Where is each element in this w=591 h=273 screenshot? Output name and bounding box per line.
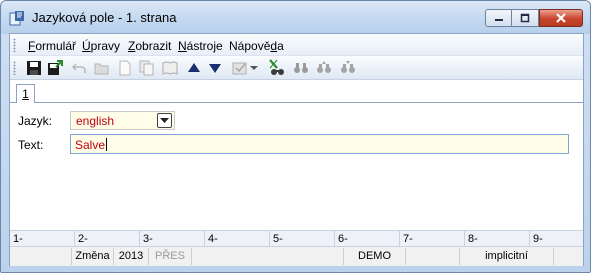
actions-button[interactable] xyxy=(231,59,249,77)
maximize-button[interactable] xyxy=(512,9,539,27)
checklist-icon xyxy=(232,62,247,75)
toolbar-grip[interactable] xyxy=(13,61,16,75)
arrow-down-icon xyxy=(209,64,221,73)
status-year: 2013 xyxy=(114,248,149,265)
status-slot-5[interactable]: 5- xyxy=(270,231,335,247)
status-slot-1[interactable]: 1- xyxy=(10,231,75,247)
menu-upravy[interactable]: Úpravy xyxy=(82,39,120,53)
find-previous-button[interactable] xyxy=(315,59,333,77)
chevron-down-icon xyxy=(250,66,258,70)
folder-icon xyxy=(94,63,109,75)
binoculars-icon xyxy=(294,63,308,73)
tab-1-label: 1 xyxy=(22,87,29,101)
close-icon xyxy=(556,13,566,23)
status-empty-1 xyxy=(10,248,72,265)
status-mode: Změna xyxy=(72,248,114,265)
status-bar: Změna 2013 PŘES DEMO implicitní xyxy=(10,247,583,266)
book-button[interactable] xyxy=(161,59,179,77)
status-database: DEMO xyxy=(344,248,406,265)
language-dropdown-button[interactable] xyxy=(157,113,172,128)
language-label: Jazyk: xyxy=(18,114,53,128)
open-button[interactable] xyxy=(93,59,111,77)
title-bar[interactable]: Jazyková pole - 1. strana xyxy=(1,1,590,34)
status-slot-3[interactable]: 3- xyxy=(140,231,205,247)
language-value: english xyxy=(76,114,115,128)
next-record-button[interactable] xyxy=(206,59,224,77)
menu-formular[interactable]: Formulář xyxy=(28,39,76,53)
window-title: Jazyková pole - 1. strana xyxy=(32,10,177,25)
status-empty-2 xyxy=(192,248,344,265)
menu-bar: Formulář Úpravy Zobrazit Nástroje Nápově… xyxy=(10,34,583,56)
status-empty-4 xyxy=(554,248,585,265)
binoculars-down-icon xyxy=(341,61,355,73)
status-slot-7[interactable]: 7- xyxy=(400,231,465,247)
binoculars-up-icon xyxy=(317,61,331,73)
filter-search-button[interactable] xyxy=(268,59,286,77)
status-insert-mode: PŘES xyxy=(149,248,192,265)
language-select[interactable]: english xyxy=(70,111,175,130)
toolbar xyxy=(10,56,583,80)
text-field[interactable]: Salve xyxy=(70,134,569,154)
text-label: Text: xyxy=(18,138,44,152)
status-slot-6[interactable]: 6- xyxy=(335,231,400,247)
text-field-value: Salve xyxy=(75,138,108,152)
menu-zobrazit[interactable]: Zobrazit xyxy=(128,39,171,53)
app-icon[interactable] xyxy=(9,10,25,26)
status-bar-slots: 1- 2- 3- 4- 5- 6- 7- 8- 9- xyxy=(10,230,583,247)
arrow-up-icon xyxy=(188,63,200,72)
book-icon xyxy=(162,61,178,75)
save-button[interactable] xyxy=(25,59,43,77)
undo-button[interactable] xyxy=(70,59,88,77)
tab-strip: 1 xyxy=(10,80,583,104)
save-icon xyxy=(27,61,41,75)
save-and-close-button[interactable] xyxy=(46,59,64,77)
status-default: implicitní xyxy=(460,248,554,265)
undo-icon xyxy=(72,63,86,73)
find-button[interactable] xyxy=(292,59,310,77)
status-slot-2[interactable]: 2- xyxy=(75,231,140,247)
previous-record-button[interactable] xyxy=(185,59,203,77)
menu-grip[interactable] xyxy=(13,38,16,52)
minimize-button[interactable] xyxy=(485,9,512,27)
menu-nastroje[interactable]: Nástroje xyxy=(178,39,223,53)
tab-1[interactable]: 1 xyxy=(16,84,35,104)
minimize-icon xyxy=(494,19,503,21)
form-area: Jazyk: english Text: Salve xyxy=(10,103,583,223)
application-window: Jazyková pole - 1. strana Formulář Úprav… xyxy=(0,0,591,273)
new-button[interactable] xyxy=(116,59,134,77)
copy-button[interactable] xyxy=(138,59,156,77)
maximize-icon xyxy=(520,13,530,23)
status-slot-9[interactable]: 9- xyxy=(530,231,585,247)
menu-napoveda[interactable]: Nápověda xyxy=(229,39,284,53)
text-caret xyxy=(106,138,108,151)
new-document-icon xyxy=(119,60,131,76)
status-empty-3 xyxy=(406,248,460,265)
copy-icon xyxy=(139,60,154,76)
save-close-icon xyxy=(48,60,63,75)
binoculars-check-icon xyxy=(269,59,284,75)
actions-dropdown[interactable] xyxy=(249,59,259,77)
close-button[interactable] xyxy=(539,9,583,27)
status-slot-8[interactable]: 8- xyxy=(465,231,530,247)
status-slot-4[interactable]: 4- xyxy=(205,231,270,247)
client-area: Formulář Úpravy Zobrazit Nástroje Nápově… xyxy=(9,33,584,266)
find-next-button[interactable] xyxy=(339,59,357,77)
chevron-down-icon xyxy=(160,117,169,123)
